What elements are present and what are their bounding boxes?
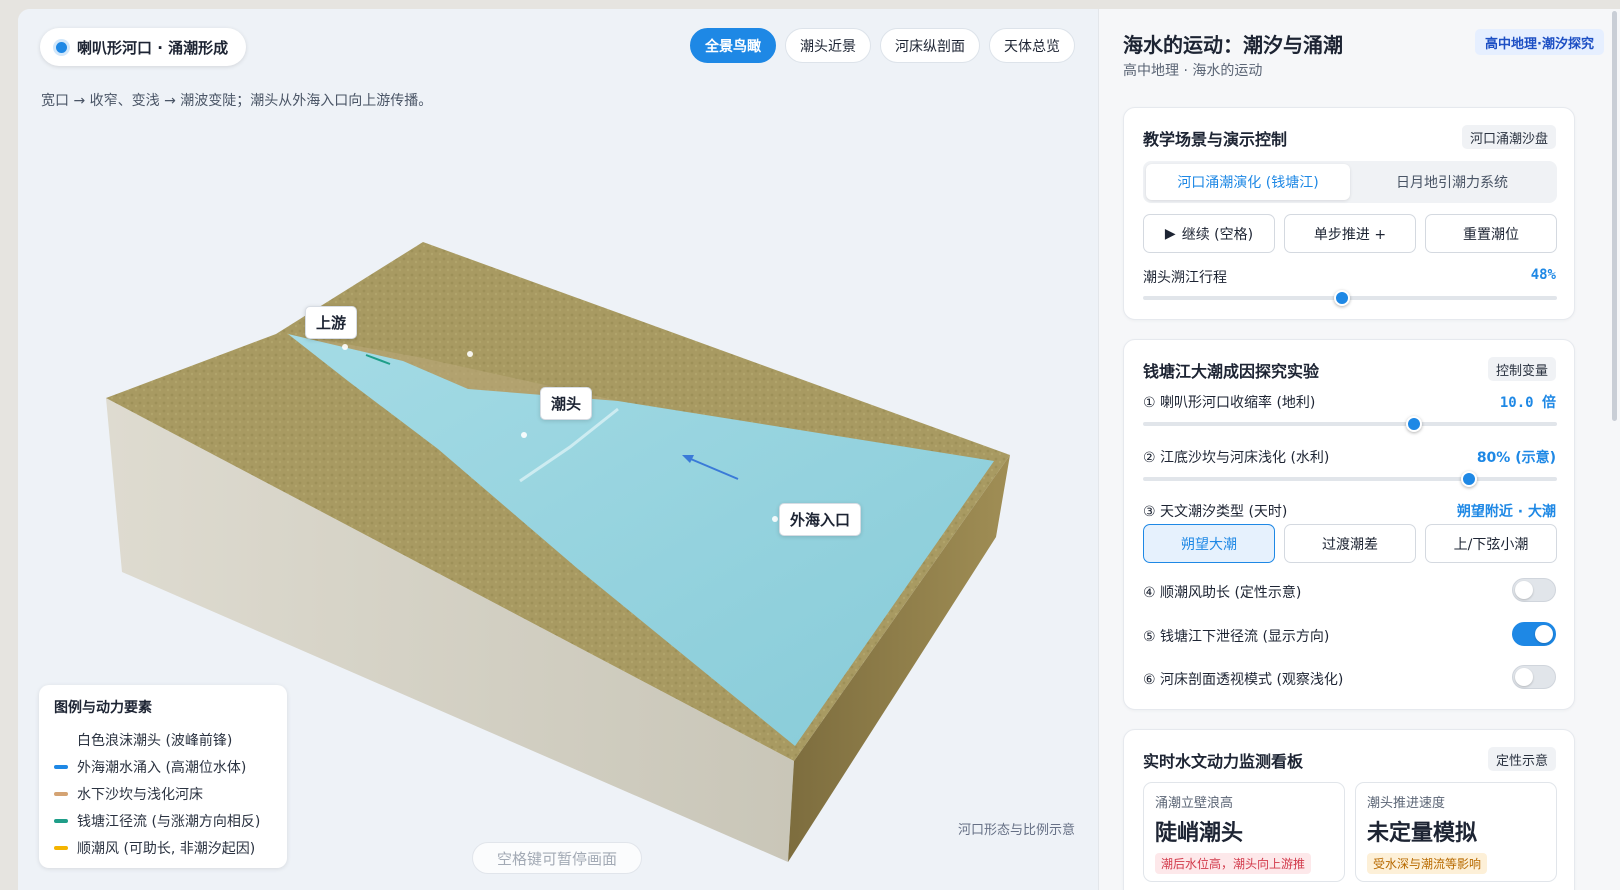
view-tabs: 全景鸟瞰 潮头近景 河床纵剖面 天体总览 bbox=[690, 28, 1075, 63]
play-icon: ▶ bbox=[1164, 225, 1176, 242]
toggle-knob bbox=[1515, 581, 1533, 599]
metric-value: 陡峭潮头 bbox=[1155, 821, 1244, 846]
reset-button[interactable]: 重置潮位 bbox=[1425, 214, 1557, 253]
contraction-slider[interactable] bbox=[1143, 416, 1557, 432]
toggle-runoff-label: ⑤ 钱塘江下泄径流 (显示方向) bbox=[1143, 629, 1330, 645]
contraction-value: 10.0 倍 bbox=[1499, 395, 1556, 411]
legend-item-wind: 顺潮风 (可助长, 非潮汐起因) bbox=[54, 834, 272, 861]
experiment-card: 钱塘江大潮成因探究实验 控制变量 ① 喇叭形河口收缩率 (地利) 10.0 倍 … bbox=[1123, 339, 1575, 710]
label-tidal-head: 潮头 bbox=[540, 387, 593, 420]
scenario-card-tag: 河口涌潮沙盘 bbox=[1461, 125, 1556, 149]
resume-button-label: 继续 (空格) bbox=[1181, 226, 1254, 243]
scenario-mode-switch: 河口涌潮演化 (钱塘江) 日月地引潮力系统 bbox=[1143, 161, 1557, 203]
app-window: 喇叭形河口 · 涌潮形成 全景鸟瞰 潮头近景 河床纵剖面 天体总览 宽口 → 收… bbox=[18, 9, 1620, 890]
legend-label: 外海潮水涌入 (高潮位水体) bbox=[77, 759, 247, 776]
legend-label: 水下沙坎与浅化河床 bbox=[77, 786, 203, 803]
legend-swatch-blue bbox=[54, 764, 68, 769]
panel-scrollbar[interactable] bbox=[1612, 11, 1617, 421]
scene-title: 喇叭形河口 · 涌潮形成 bbox=[40, 28, 247, 66]
toggle-wind[interactable] bbox=[1512, 578, 1556, 602]
progress-slider[interactable] bbox=[1143, 290, 1557, 306]
scenario-card-title: 教学场景与演示控制 bbox=[1143, 130, 1288, 149]
legend-item-runoff: 钱塘江径流 (与涨潮方向相反) bbox=[54, 807, 272, 834]
metric-bore-speed: 潮头推进速度 未定量模拟 受水深与潮流等影响 bbox=[1355, 782, 1557, 882]
subject-badge: 高中地理·潮汐探究 bbox=[1475, 29, 1604, 55]
contraction-label: ① 喇叭形河口收缩率 (地利) bbox=[1143, 395, 1316, 411]
tab-panorama[interactable]: 全景鸟瞰 bbox=[690, 28, 776, 63]
toggle-knob bbox=[1515, 668, 1533, 686]
legend-item-seawater: 外海潮水涌入 (高潮位水体) bbox=[54, 753, 272, 780]
tide-option-transition[interactable]: 过渡潮差 bbox=[1284, 524, 1416, 563]
legend-label: 钱塘江径流 (与涨潮方向相反) bbox=[77, 813, 261, 830]
pause-hint: 空格键可暂停画面 bbox=[472, 842, 642, 874]
mode-tide-force-system[interactable]: 日月地引潮力系统 bbox=[1350, 164, 1554, 200]
metric-value: 未定量模拟 bbox=[1367, 821, 1478, 846]
panel-title: 海水的运动：潮汐与涌潮 bbox=[1123, 33, 1343, 57]
legend-swatch-white bbox=[54, 737, 68, 742]
tab-bore-closeup[interactable]: 潮头近景 bbox=[785, 28, 871, 63]
scene-description: 宽口 → 收窄、变浅 → 潮波变陡；潮头从外海入口向上游传播。 bbox=[41, 93, 433, 109]
tide-option-spring[interactable]: 朔望大潮 bbox=[1143, 524, 1275, 563]
legend-swatch-teal bbox=[54, 818, 68, 823]
metric-badge: 潮后水位高，潮头向上游推 bbox=[1155, 853, 1312, 874]
shoal-slider[interactable] bbox=[1143, 471, 1557, 487]
label-sea-entrance: 外海入口 bbox=[779, 503, 862, 536]
metric-name: 潮头推进速度 bbox=[1367, 796, 1446, 811]
monitor-card-title: 实时水文动力监测看板 bbox=[1143, 752, 1304, 771]
step-button[interactable]: 单步推进 + bbox=[1284, 214, 1416, 253]
live-dot-icon bbox=[56, 41, 67, 53]
legend-swatch-yellow bbox=[54, 845, 68, 850]
tide-type-value: 朔望附近 · 大潮 bbox=[1456, 504, 1556, 520]
tide-type-label: ③ 天文潮汐类型 (天时) bbox=[1143, 504, 1288, 520]
toggle-knob bbox=[1535, 625, 1553, 643]
tab-riverbed-profile[interactable]: 河床纵剖面 bbox=[880, 28, 980, 63]
toggle-profile-label: ⑥ 河床剖面透视模式 (观察浅化) bbox=[1143, 672, 1344, 688]
toggle-runoff[interactable] bbox=[1512, 622, 1556, 646]
panel-subtitle: 高中地理 · 海水的运动 bbox=[1123, 63, 1263, 79]
metric-bore-height: 涌潮立壁浪高 陡峭潮头 潮后水位高，潮头向上游推 bbox=[1143, 782, 1345, 882]
tab-celestial-overview[interactable]: 天体总览 bbox=[989, 28, 1075, 63]
progress-value: 48% bbox=[1530, 267, 1556, 283]
progress-label: 潮头溯江行程 bbox=[1143, 270, 1227, 286]
metric-badge: 受水深与潮流等影响 bbox=[1367, 853, 1488, 874]
scenario-card: 教学场景与演示控制 河口涌潮沙盘 河口涌潮演化 (钱塘江) 日月地引潮力系统 ▶… bbox=[1123, 107, 1575, 320]
toggle-wind-label: ④ 顺潮风助长 (定性示意) bbox=[1143, 585, 1302, 601]
experiment-card-tag: 控制变量 bbox=[1487, 357, 1556, 381]
toggle-profile[interactable] bbox=[1512, 665, 1556, 689]
shoal-label: ② 江底沙坎与河床浅化 (水利) bbox=[1143, 450, 1330, 466]
tide-option-neap[interactable]: 上/下弦小潮 bbox=[1425, 524, 1557, 563]
legend-label: 顺潮风 (可助长, 非潮汐起因) bbox=[77, 840, 256, 857]
resume-button[interactable]: ▶ 继续 (空格) bbox=[1143, 214, 1275, 253]
scene-viewport[interactable]: 喇叭形河口 · 涌潮形成 全景鸟瞰 潮头近景 河床纵剖面 天体总览 宽口 → 收… bbox=[18, 9, 1098, 890]
control-panel: 海水的运动：潮汐与涌潮 高中地理 · 海水的运动 高中地理·潮汐探究 教学场景与… bbox=[1098, 9, 1620, 890]
metric-name: 涌潮立壁浪高 bbox=[1155, 796, 1234, 811]
scale-note: 河口形态与比例示意 bbox=[958, 823, 1076, 838]
monitor-card-tag: 定性示意 bbox=[1487, 747, 1556, 771]
mode-estuary-bore[interactable]: 河口涌潮演化 (钱塘江) bbox=[1146, 164, 1350, 200]
experiment-card-title: 钱塘江大潮成因探究实验 bbox=[1143, 362, 1320, 381]
legend-item-sandbar: 水下沙坎与浅化河床 bbox=[54, 780, 272, 807]
legend-panel: 图例与动力要素 白色浪沫潮头 (波峰前锋) 外海潮水涌入 (高潮位水体) 水下沙… bbox=[39, 685, 287, 868]
legend-item-bore-foam: 白色浪沫潮头 (波峰前锋) bbox=[54, 726, 272, 753]
progress-slider-thumb[interactable] bbox=[1334, 290, 1351, 306]
legend-swatch-tan bbox=[54, 791, 68, 796]
monitor-card: 实时水文动力监测看板 定性示意 涌潮立壁浪高 陡峭潮头 潮后水位高，潮头向上游推… bbox=[1123, 729, 1575, 890]
tide-type-options: 朔望大潮 过渡潮差 上/下弦小潮 bbox=[1143, 524, 1557, 563]
playback-controls: ▶ 继续 (空格) 单步推进 + 重置潮位 bbox=[1143, 214, 1557, 253]
contraction-slider-thumb[interactable] bbox=[1405, 416, 1422, 432]
legend-label: 白色浪沫潮头 (波峰前锋) bbox=[77, 732, 233, 749]
shoal-value: 80% (示意) bbox=[1476, 450, 1556, 466]
shoal-slider-thumb[interactable] bbox=[1461, 471, 1478, 487]
label-upstream: 上游 bbox=[305, 306, 358, 339]
legend-title: 图例与动力要素 bbox=[54, 700, 152, 716]
scene-title-text: 喇叭形河口 · 涌潮形成 bbox=[77, 38, 229, 57]
